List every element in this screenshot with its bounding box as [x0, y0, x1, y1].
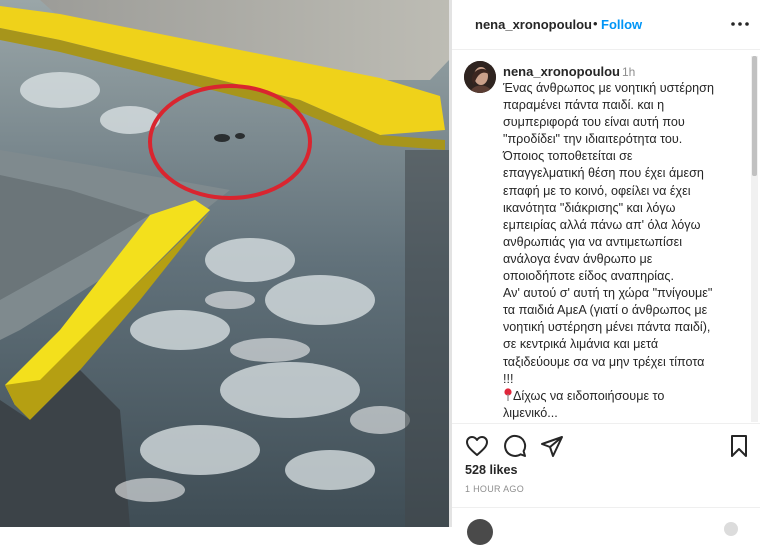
post-sidebar: nena_xronopoulou • Follow nena_xronopoul…: [452, 0, 760, 545]
caption-line: τα παιδιά ΑμεΑ (γιατί ο άνθρωπος με: [503, 303, 708, 318]
action-bar: [452, 423, 760, 464]
caption-line: ταξιδεύουμε σα να μην τρέχει τίποτα: [503, 354, 705, 369]
more-options-icon[interactable]: [730, 13, 750, 35]
separator-dot: •: [593, 16, 598, 31]
caption-line: εμπειρίας αλλά πάνω απ' όλα λόγω: [503, 217, 701, 232]
caption-line: παραμένει πάντα παιδί. και η: [503, 98, 665, 113]
share-icon[interactable]: [540, 434, 564, 458]
follow-button[interactable]: Follow: [601, 17, 642, 32]
red-pin-icon: [504, 388, 512, 401]
emoji-icon[interactable]: [724, 522, 738, 536]
caption-line: Δίχως να ειδοποιήσουμε το: [513, 388, 665, 403]
caption-line: νοητική υστέρηση μένει πάντα παιδί),: [503, 320, 711, 335]
caption-line: οποιοδήποτε είδος αναπηρίας.: [503, 269, 674, 284]
comment-icon[interactable]: [503, 434, 527, 458]
caption-line: ικανότητα "διάκρισης" και λόγω: [503, 200, 676, 215]
scrollbar-thumb[interactable]: [752, 56, 757, 176]
author-username[interactable]: nena_xronopoulou: [475, 17, 592, 32]
post-timestamp: 1 HOUR AGO: [465, 484, 525, 494]
heart-icon[interactable]: [465, 434, 489, 458]
caption-line: επαγγελματική θέση που έχει άμεση: [503, 166, 704, 181]
harbor-scene-image: [0, 0, 449, 527]
current-user-avatar: [467, 519, 493, 545]
likes-count[interactable]: 528 likes: [465, 463, 518, 477]
caption-line: Ένας άνθρωπος με νοητική υστέρηση: [503, 81, 714, 95]
post-media[interactable]: [0, 0, 449, 527]
caption-line: ανθρωπιάς για να αντιμετωπίσει: [503, 234, 683, 249]
caption-line: !!!: [503, 371, 514, 386]
caption-text: Ένας άνθρωπος με νοητική υστέρηση παραμέ…: [503, 80, 748, 422]
caption-line: Αν' αυτού σ' αυτή τη χώρα "πνίγουμε": [503, 286, 713, 301]
caption-username[interactable]: nena_xronopoulou: [503, 64, 620, 79]
caption-scrollbar[interactable]: [751, 56, 758, 422]
caption-line: "προδίδει" την ιδιαιτερότητα του.: [503, 132, 683, 147]
caption-line: συμπεριφορά του είναι αυτή που: [503, 115, 685, 130]
caption-line: λιμενικό...: [503, 405, 558, 420]
caption-line: επαφή με το κοινό, οφείλει να έχει: [503, 183, 691, 198]
bookmark-icon[interactable]: [727, 434, 751, 458]
caption-line: ανάλογα έναν άνθρωπο με: [503, 251, 653, 266]
caption-line-pin: Δίχως να ειδοποιήσουμε το: [503, 388, 748, 405]
caption-line: σε κεντρικά λιμάνια και μετά: [503, 337, 659, 352]
caption-section: nena_xronopoulou 1h Ένας άνθρωπος με νοη…: [452, 51, 752, 423]
caption-time: 1h: [622, 65, 636, 79]
comment-divider: [452, 507, 760, 508]
author-avatar[interactable]: [464, 61, 496, 93]
post-header: nena_xronopoulou • Follow: [452, 0, 760, 50]
caption-line: Όποιος τοποθετείται σε: [503, 149, 633, 164]
